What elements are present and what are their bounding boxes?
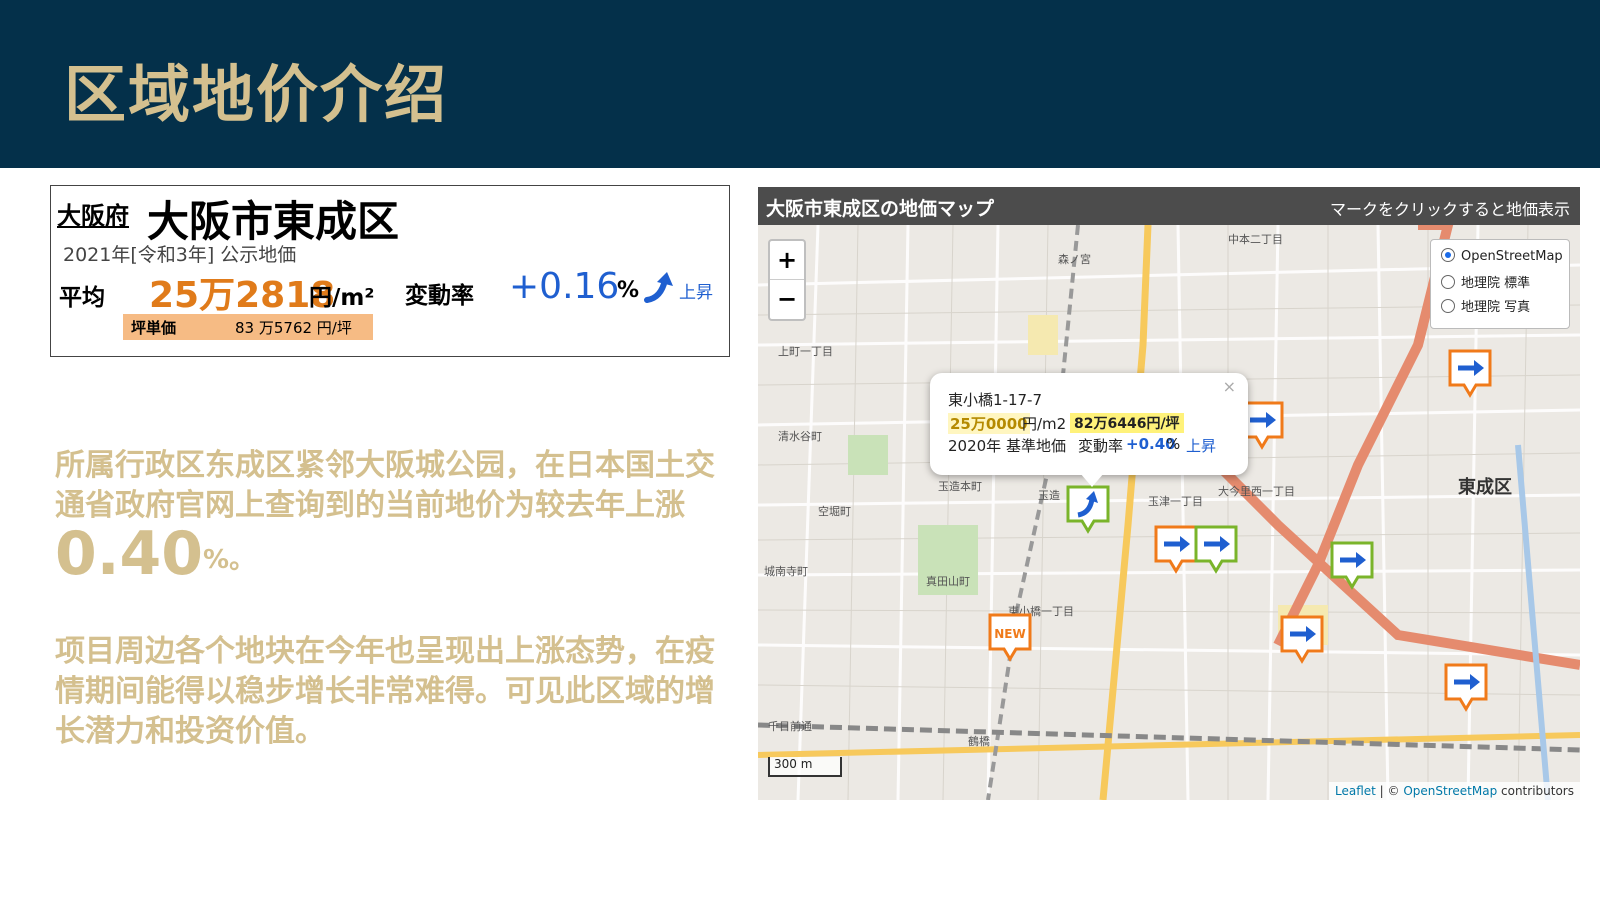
radio-selected-icon[interactable] bbox=[1441, 248, 1455, 262]
map-attribution: Leaflet | © OpenStreetMap contributors bbox=[1328, 782, 1580, 800]
map-label-sennichimae: 千日前通 bbox=[768, 719, 812, 733]
layer-option-gsi-photo[interactable]: 地理院 写真 bbox=[1441, 296, 1530, 318]
map-label-shimizudani: 清水谷町 bbox=[778, 430, 822, 443]
layer-option-osm[interactable]: OpenStreetMap bbox=[1441, 248, 1563, 270]
layer-label: 地理院 標準 bbox=[1461, 276, 1531, 291]
popup-close-button[interactable]: × bbox=[1223, 377, 1236, 396]
popup-rate-label: 変動率 bbox=[1078, 437, 1124, 455]
average-price-unit: 円/m² bbox=[309, 285, 375, 311]
layer-switcher: OpenStreetMap 地理院 標準 地理院 写真 bbox=[1430, 239, 1570, 329]
new-badge-label: NEW bbox=[994, 627, 1025, 641]
map-hint: マークをクリックすると地価表示 bbox=[1329, 200, 1570, 219]
map-title: 大阪市東成区の地価マップ bbox=[766, 198, 995, 220]
tsubo-value: 83 万5762 円/坪 bbox=[235, 319, 352, 337]
ward-label: 東成区 bbox=[1458, 476, 1512, 498]
popup-tail bbox=[1080, 473, 1104, 487]
zoom-out-button[interactable]: − bbox=[770, 280, 804, 318]
year-note: 2021年[令和3年] 公示地価 bbox=[63, 244, 297, 266]
paragraph-land-price: 所属行政区东成区紧邻大阪城公园，在日本国土交通省政府官网上查询到的当前地价为较去… bbox=[55, 446, 735, 584]
price-popup: × 東小橋1-17-7 25万0000 円/m2 82万6446円/坪 2020… bbox=[930, 373, 1248, 487]
map-label-sanada: 真田山町 bbox=[926, 574, 970, 588]
map-label-tamatsukuri-hon: 玉造本町 bbox=[938, 479, 982, 493]
paragraph-text: 所属行政区东成区紧邻大阪城公园，在日本国土交通省政府官网上查询到的当前地价为较去… bbox=[55, 448, 715, 523]
zoom-control: + − bbox=[768, 239, 806, 321]
paragraph-outlook: 项目周边各个地块在今年也呈现出上涨态势，在疫情期间能得以稳步增长非常难得。可见此… bbox=[55, 632, 735, 752]
map-label-nakamoto: 中本二丁目 bbox=[1228, 232, 1283, 246]
popup-address: 東小橋1-17-7 bbox=[948, 391, 1042, 409]
attribution-suffix: contributors bbox=[1501, 784, 1574, 798]
change-rate-value: +0.16 bbox=[509, 266, 620, 307]
slide-title: 区域地价介绍 bbox=[64, 58, 449, 131]
header-bar: 区域地价介绍 bbox=[0, 0, 1600, 168]
osm-link[interactable]: OpenStreetMap bbox=[1403, 784, 1497, 798]
tsubo-label: 坪単価 bbox=[131, 319, 177, 337]
map-label-tamatsu: 玉津一丁目 bbox=[1148, 495, 1203, 508]
land-price-map[interactable]: 大阪市東成区の地価マップ マークをクリックすると地価表示 東成区 玉造 森ノ宮 … bbox=[758, 187, 1580, 800]
change-rate-label: 変動率 bbox=[405, 283, 474, 309]
change-rate-unit: % bbox=[617, 278, 640, 303]
rise-arrow-icon bbox=[644, 272, 673, 303]
leaflet-link[interactable]: Leaflet bbox=[1335, 784, 1376, 798]
popup-price: 25万0000 bbox=[948, 413, 1030, 434]
tsubo-price-bar: 坪単価 83 万5762 円/坪 bbox=[123, 314, 373, 340]
layer-option-gsi-standard[interactable]: 地理院 標準 bbox=[1441, 272, 1530, 294]
map-label-jonan: 城南寺町 bbox=[764, 565, 808, 578]
land-price-card: 大阪府 大阪市東成区 2021年[令和3年] 公示地価 平均 25万2818 円… bbox=[50, 185, 730, 357]
average-price: 25万2818 bbox=[149, 275, 336, 316]
map-label-karahori: 空堀町 bbox=[818, 504, 851, 518]
radio-icon[interactable] bbox=[1441, 275, 1455, 289]
rise-percent-number: 0.40 bbox=[55, 519, 204, 589]
map-label-tsuruhashi: 鶴橋 bbox=[968, 734, 990, 748]
map-label-morinomiya: 森ノ宮 bbox=[1058, 252, 1091, 266]
average-label: 平均 bbox=[59, 285, 105, 311]
map-label-oimazato: 大今里西一丁目 bbox=[1218, 484, 1295, 498]
scale-bar: 300 m bbox=[768, 757, 842, 777]
map-label-tamatsukuri: 玉造 bbox=[1038, 488, 1060, 502]
scale-label: 300 m bbox=[774, 757, 813, 771]
popup-rate-unit: % bbox=[1166, 435, 1181, 453]
map-label-kamimachi: 上町一丁目 bbox=[778, 345, 833, 358]
paragraph-text: 项目周边各个地块在今年也呈现出上涨态势，在疫情期间能得以稳步增长非常难得。可见此… bbox=[55, 634, 715, 749]
prefecture-label: 大阪府 bbox=[57, 202, 129, 230]
popup-tsubo-price: 82万6446円/坪 bbox=[1070, 413, 1184, 433]
rise-label: 上昇 bbox=[679, 283, 713, 303]
percent-suffix: %。 bbox=[203, 545, 256, 575]
layer-label: OpenStreetMap bbox=[1461, 249, 1563, 264]
zoom-in-button[interactable]: + bbox=[770, 241, 804, 280]
popup-rise-label: 上昇 bbox=[1186, 437, 1217, 455]
popup-price-unit: 円/m2 bbox=[1022, 415, 1067, 433]
radio-icon[interactable] bbox=[1441, 299, 1455, 313]
popup-price-type: 2020年 基準地価 bbox=[948, 437, 1066, 455]
map-title-bar: 大阪市東成区の地価マップ マークをクリックすると地価表示 bbox=[758, 187, 1580, 225]
layer-label: 地理院 写真 bbox=[1461, 300, 1531, 315]
